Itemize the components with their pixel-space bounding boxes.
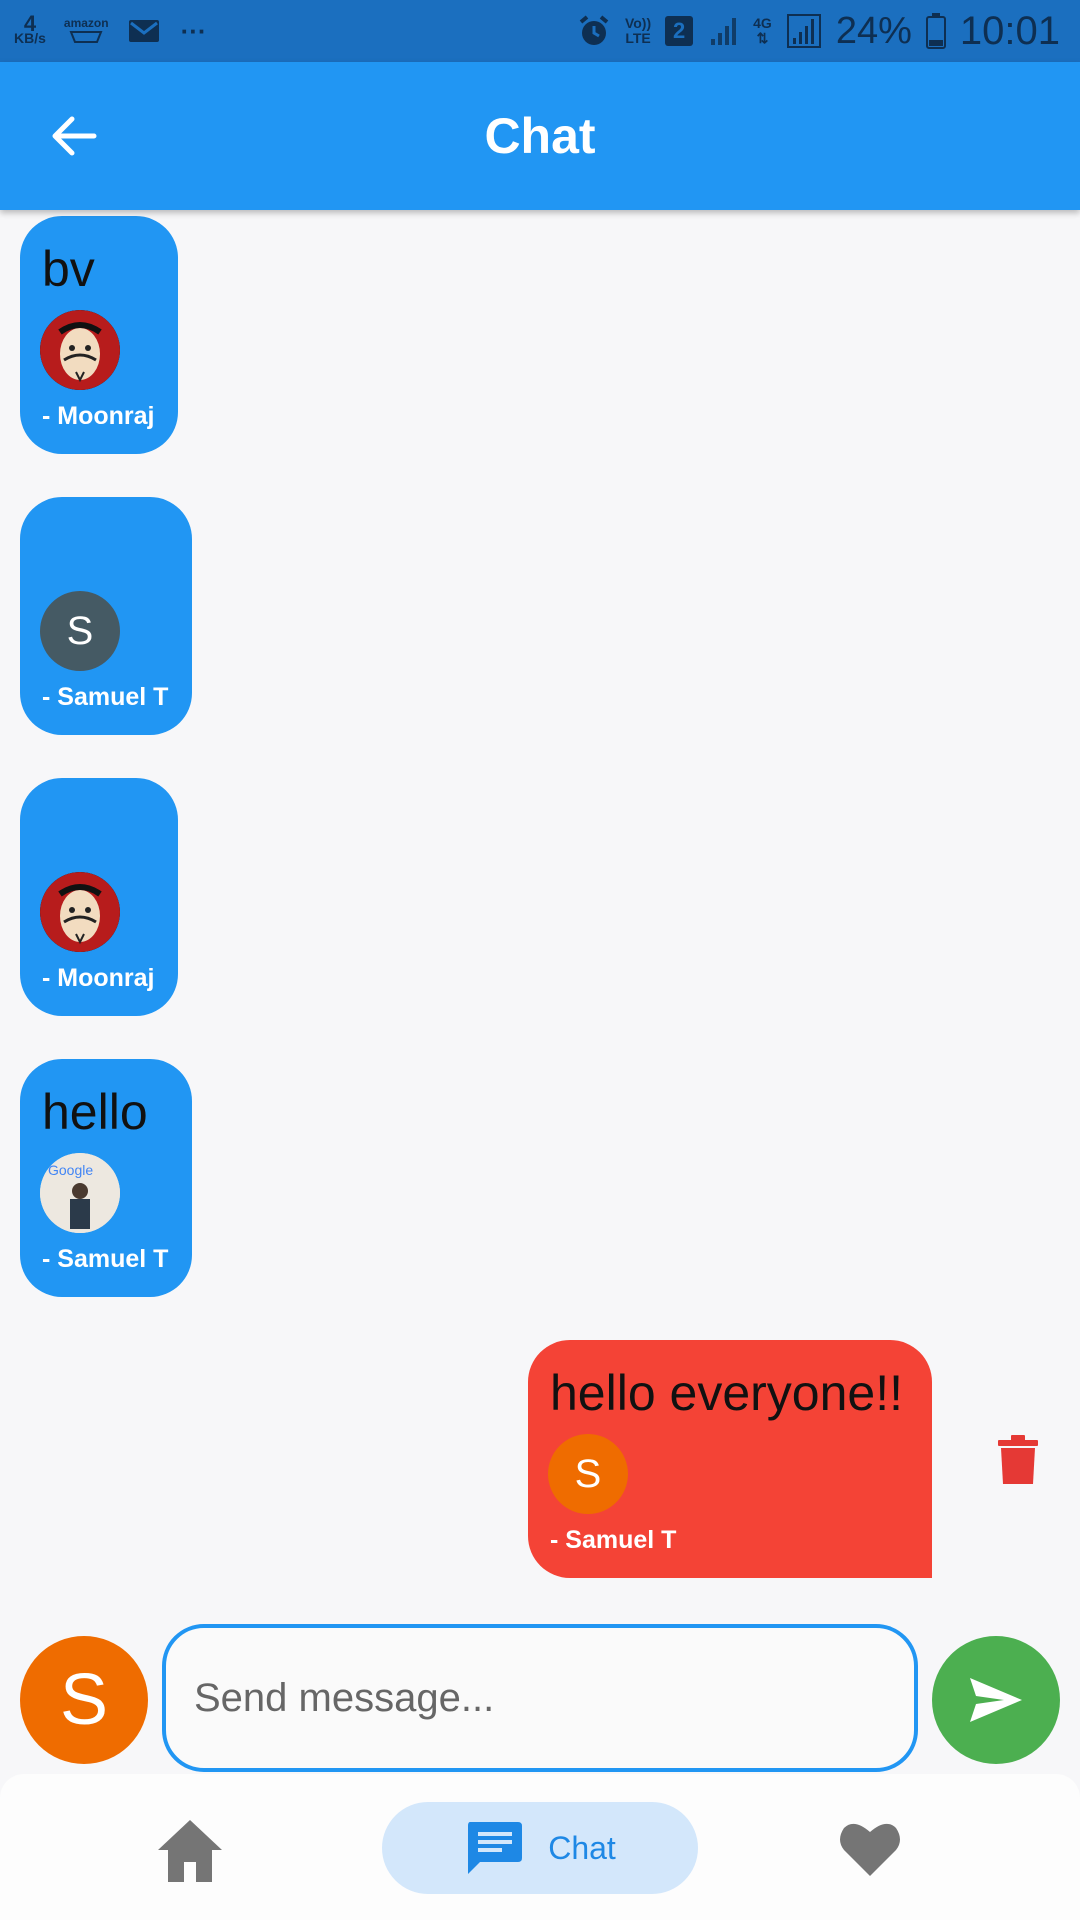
nav-home[interactable] — [150, 1814, 230, 1886]
profile-photo-icon: Google — [40, 1153, 120, 1233]
signal-icon — [711, 18, 737, 45]
message-author: - Moonraj — [42, 402, 155, 430]
clock: 10:01 — [959, 8, 1060, 53]
message-bubble-sent[interactable]: hello everyone!! S - Samuel T — [528, 1340, 932, 1578]
avatar-letter: S — [59, 1660, 109, 1740]
money-heist-mask-icon — [40, 310, 120, 390]
avatar — [40, 872, 120, 952]
message-text: hello — [42, 1084, 148, 1140]
delete-message-button[interactable] — [996, 1434, 1040, 1486]
current-user-avatar: S — [20, 1636, 148, 1764]
avatar-letter: S — [66, 608, 94, 653]
bottom-navigation: Chat — [0, 1774, 1080, 1920]
home-icon — [158, 1820, 222, 1882]
message-bubble[interactable]: hello Google - Samuel T — [20, 1059, 192, 1297]
chat-icon — [468, 1822, 523, 1874]
battery-percent: 24% — [835, 9, 912, 52]
heart-icon — [840, 1823, 900, 1876]
app-bar: Chat — [0, 62, 1080, 210]
sim-slot-badge: 2 — [665, 16, 694, 46]
network-speed: 4 KB/s — [14, 11, 46, 46]
amazon-icon: amazon — [64, 16, 109, 47]
money-heist-mask-icon — [40, 872, 120, 952]
message-author: - Samuel T — [42, 683, 169, 711]
nav-chat-label: Chat — [548, 1829, 616, 1866]
message-author: - Samuel T — [42, 1245, 169, 1273]
arrow-back-icon — [52, 116, 97, 156]
message-bubble[interactable]: S - Samuel T — [20, 497, 192, 735]
message-author: - Moonraj — [42, 964, 155, 992]
send-button[interactable] — [932, 1636, 1060, 1764]
signal-icon-2 — [786, 14, 821, 48]
battery-icon — [925, 13, 946, 49]
mail-icon — [128, 20, 159, 42]
avatar: S — [40, 591, 120, 671]
page-title: Chat — [484, 108, 596, 164]
message-author: - Samuel T — [550, 1526, 677, 1554]
avatar — [40, 310, 120, 390]
svg-text:Google: Google — [48, 1162, 93, 1178]
trash-icon — [998, 1435, 1038, 1484]
nav-favorites[interactable] — [838, 1818, 902, 1878]
message-bubble[interactable]: bv - Moonraj — [20, 216, 178, 454]
nav-chat[interactable]: Chat — [382, 1802, 698, 1894]
message-text: hello everyone!! — [550, 1365, 904, 1421]
avatar: S — [548, 1434, 628, 1514]
message-bubble[interactable]: - Moonraj — [20, 778, 178, 1016]
back-button[interactable] — [40, 102, 108, 170]
avatar-letter: S — [574, 1451, 602, 1496]
message-input[interactable] — [162, 1624, 918, 1772]
more-notifications: ··· — [180, 15, 207, 46]
message-text: bv — [42, 241, 95, 297]
avatar: Google — [40, 1153, 120, 1233]
volte-indicator: Vo)) LTE — [624, 15, 652, 46]
status-bar: 4 KB/s amazon ··· Vo)) LTE 2 4G ⇅ 24% 10:0… — [0, 0, 1080, 62]
send-icon — [970, 1678, 1022, 1722]
alarm-icon — [579, 15, 609, 45]
network-type: 4G ⇅ — [753, 15, 772, 46]
